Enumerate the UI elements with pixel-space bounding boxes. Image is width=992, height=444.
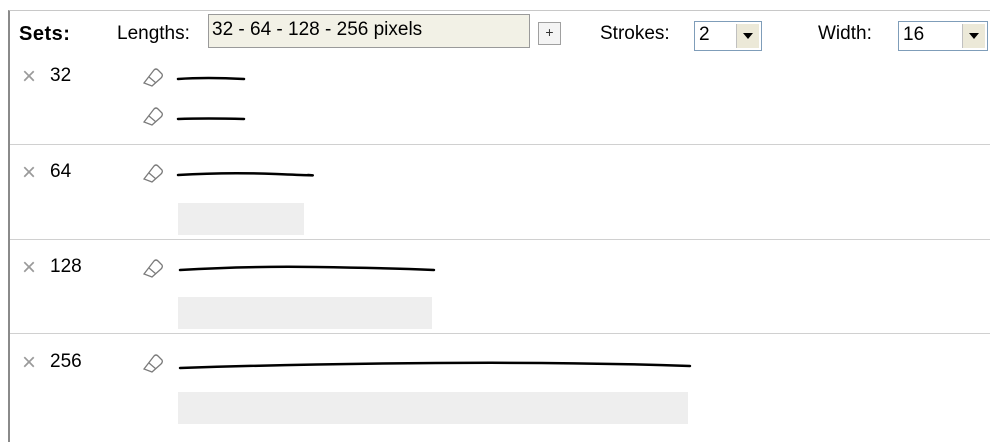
close-icon[interactable]: × <box>22 65 36 89</box>
close-icon[interactable]: × <box>22 256 36 280</box>
toolbar: Sets: Lengths: 32 - 64 - 128 - 256 pixel… <box>10 11 990 51</box>
set-label: 256 <box>50 351 82 372</box>
close-icon[interactable]: × <box>22 161 36 185</box>
set-row-256: × 256 <box>10 334 990 434</box>
width-select[interactable]: 16 <box>898 21 988 51</box>
strokes-label: Strokes: <box>600 23 670 44</box>
lengths-value: 32 - 64 - 128 - 256 pixels <box>212 19 423 40</box>
set-label: 64 <box>50 161 72 182</box>
width-label: Width: <box>818 23 872 44</box>
strokes-select[interactable]: 2 <box>694 21 762 51</box>
set-row-128: × 128 <box>10 240 990 334</box>
sets-label: Sets: <box>19 23 71 45</box>
eraser-icon[interactable] <box>140 105 166 127</box>
eraser-icon[interactable] <box>140 352 166 374</box>
stroke-line <box>176 171 314 177</box>
stroke-line <box>178 265 436 272</box>
stroke-line <box>178 361 692 370</box>
close-icon[interactable]: × <box>22 351 36 375</box>
add-length-button[interactable]: + <box>538 22 561 45</box>
sets-panel: Sets: Lengths: 32 - 64 - 128 - 256 pixel… <box>8 10 990 442</box>
empty-stroke-slot[interactable] <box>178 203 304 235</box>
stroke-line <box>176 76 246 81</box>
stroke-line <box>176 117 246 121</box>
eraser-icon[interactable] <box>140 162 166 184</box>
lengths-label: Lengths: <box>117 23 190 44</box>
empty-stroke-slot[interactable] <box>178 392 688 424</box>
set-label: 32 <box>50 65 72 86</box>
strokes-value: 2 <box>699 24 710 45</box>
set-label: 128 <box>50 256 82 277</box>
eraser-icon[interactable] <box>140 257 166 279</box>
empty-stroke-slot[interactable] <box>178 297 432 329</box>
chevron-down-icon[interactable] <box>962 24 985 48</box>
width-value: 16 <box>903 24 925 45</box>
eraser-icon[interactable] <box>140 66 166 88</box>
chevron-down-icon[interactable] <box>736 24 759 48</box>
set-row-32: × 32 <box>10 51 990 145</box>
set-row-64: × 64 <box>10 145 990 240</box>
